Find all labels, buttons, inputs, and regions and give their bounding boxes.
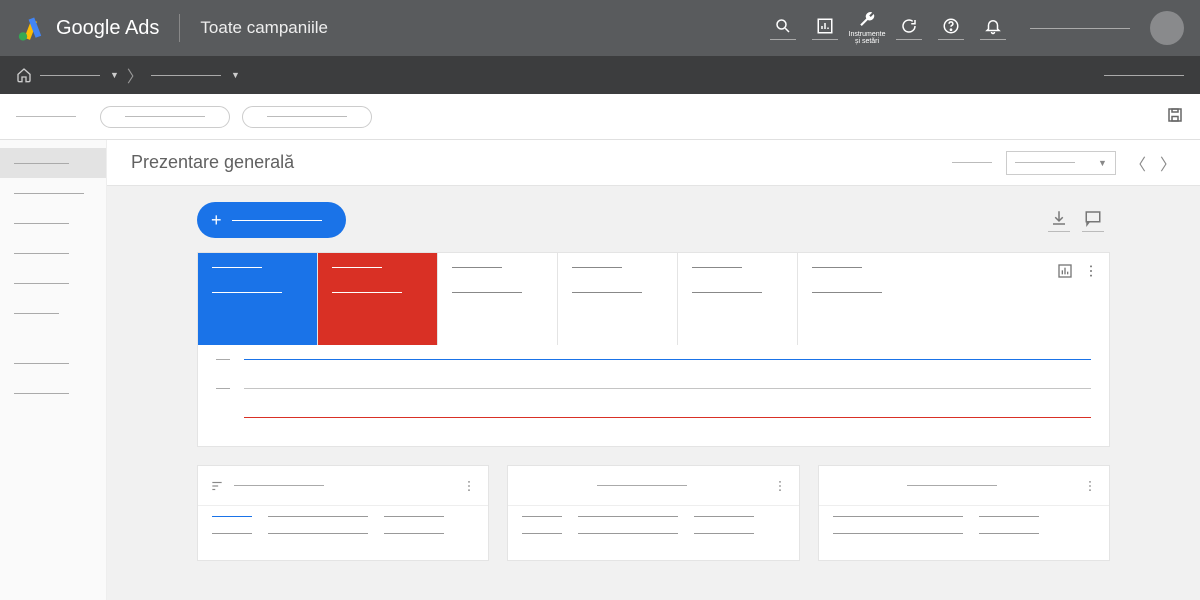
table-row[interactable]: [212, 533, 474, 534]
metric-tile-2[interactable]: [318, 253, 438, 345]
sidebar-item-overview[interactable]: [0, 148, 106, 178]
metric-tile-5[interactable]: [678, 253, 798, 345]
chart-series-1: [216, 359, 1091, 360]
table-row[interactable]: [212, 516, 474, 517]
summary-card-2: [507, 465, 799, 561]
filter-bar: [0, 94, 1200, 140]
content: Prezentare generală ▼ 〈 〉 +: [107, 140, 1200, 600]
google-ads-logo-icon: [16, 14, 44, 42]
filter-pill-2[interactable]: [242, 106, 372, 128]
bar-chart-icon: [816, 17, 834, 35]
sidebar-item-5[interactable]: [0, 268, 106, 298]
action-row: +: [197, 202, 1110, 238]
metric-tile-6[interactable]: [798, 253, 918, 345]
chart-area: [198, 345, 1109, 446]
metric-tile-1[interactable]: [198, 253, 318, 345]
card-actions: [1057, 263, 1099, 279]
sidebar-item-7[interactable]: [0, 348, 106, 378]
notifications-button[interactable]: [976, 6, 1010, 50]
date-next-button[interactable]: 〉: [1160, 151, 1176, 175]
help-icon: [942, 17, 960, 35]
breadcrumb-bar: ▼ 〉 ▼: [0, 56, 1200, 94]
sidebar-item-2[interactable]: [0, 178, 106, 208]
metric-tile-3[interactable]: [438, 253, 558, 345]
more-vert-icon[interactable]: [462, 479, 476, 493]
more-vert-icon[interactable]: [1083, 263, 1099, 279]
summary-cards-row: [197, 465, 1110, 561]
chevron-right-icon: 〉: [127, 63, 143, 87]
feedback-button[interactable]: [1076, 209, 1110, 232]
save-view-icon[interactable]: [1166, 106, 1184, 124]
tools-label: Instrumente și setări: [849, 31, 886, 45]
bell-icon: [984, 17, 1002, 35]
summary-card-1: [197, 465, 489, 561]
scope-label[interactable]: Toate campaniile: [200, 18, 328, 38]
date-range-dropdown[interactable]: ▼: [1006, 151, 1116, 175]
header-divider: [179, 14, 180, 42]
sidebar-item-6[interactable]: [0, 298, 106, 328]
page-header: Prezentare generală ▼ 〈 〉: [107, 140, 1200, 186]
content-body: +: [107, 186, 1200, 577]
table-row[interactable]: [522, 533, 784, 534]
sort-icon[interactable]: [210, 479, 224, 493]
breadcrumb-right-placeholder: [1104, 75, 1184, 76]
sidebar-item-4[interactable]: [0, 238, 106, 268]
date-label-placeholder: [952, 162, 992, 163]
summary-card-3: [818, 465, 1110, 561]
reports-button[interactable]: [808, 6, 842, 50]
sidebar-item-8[interactable]: [0, 378, 106, 408]
chart-series-2: [216, 417, 1091, 418]
new-campaign-button[interactable]: +: [197, 202, 346, 238]
breadcrumb-level-2[interactable]: ▼: [151, 70, 240, 80]
overview-card: [197, 252, 1110, 447]
search-button[interactable]: [766, 6, 800, 50]
more-vert-icon[interactable]: [1083, 479, 1097, 493]
filter-label-placeholder: [16, 116, 76, 117]
feedback-icon: [1084, 209, 1102, 227]
download-icon: [1050, 209, 1068, 227]
metric-tile-4[interactable]: [558, 253, 678, 345]
header-actions: Instrumente și setări: [766, 6, 1010, 50]
main-area: Prezentare generală ▼ 〈 〉 +: [0, 140, 1200, 600]
refresh-button[interactable]: [892, 6, 926, 50]
chart-settings-icon[interactable]: [1057, 263, 1073, 279]
table-row[interactable]: [833, 533, 1095, 534]
date-prev-button[interactable]: 〈: [1130, 151, 1146, 175]
home-icon[interactable]: [16, 67, 32, 83]
more-vert-icon[interactable]: [773, 479, 787, 493]
plus-icon: +: [211, 210, 222, 231]
metrics-row: [198, 253, 1109, 345]
avatar[interactable]: [1150, 11, 1184, 45]
table-row[interactable]: [833, 516, 1095, 517]
logo-group: Google Ads: [16, 14, 159, 42]
sidebar-item-3[interactable]: [0, 208, 106, 238]
table-row[interactable]: [522, 516, 784, 517]
search-icon: [774, 17, 792, 35]
chart-series-grid: [216, 388, 1091, 389]
account-placeholder[interactable]: [1030, 28, 1130, 29]
wrench-icon: [858, 11, 876, 29]
filter-pill-1[interactable]: [100, 106, 230, 128]
brand-label: Google Ads: [56, 17, 159, 40]
help-button[interactable]: [934, 6, 968, 50]
sidebar: [0, 140, 107, 600]
refresh-icon: [900, 17, 918, 35]
tools-button[interactable]: Instrumente și setări: [850, 6, 884, 50]
page-title: Prezentare generală: [131, 152, 294, 173]
download-button[interactable]: [1042, 209, 1076, 232]
app-header: Google Ads Toate campaniile Instrumente …: [0, 0, 1200, 56]
breadcrumb-level-1[interactable]: ▼: [40, 70, 119, 80]
